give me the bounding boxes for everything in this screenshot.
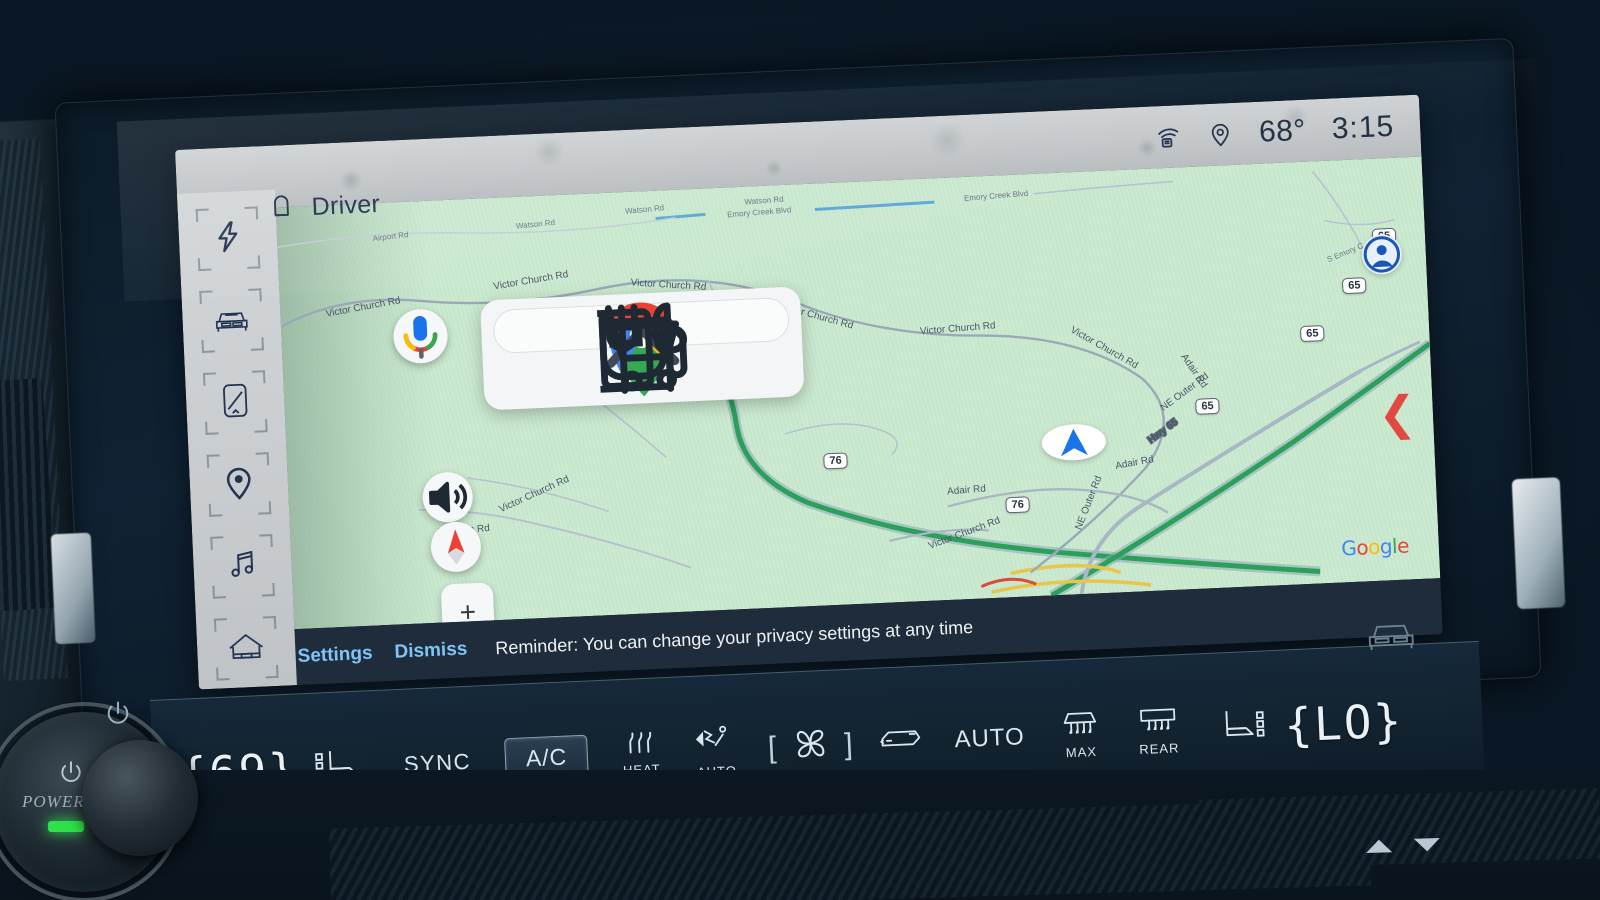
sidebar-item-home[interactable] [214,616,279,681]
max-defrost-icon [1058,708,1103,743]
power-icon [58,759,84,790]
windshield-defrost-icon [878,726,925,759]
banner-dismiss-link[interactable]: Dismiss [394,638,468,663]
vehicle-badge [1361,611,1421,658]
auto-climate-button[interactable]: AUTO [954,723,1025,754]
fan-icon [787,721,833,772]
sidebar-item-media[interactable] [210,534,275,599]
power-indicator-led [48,821,84,832]
category-coffee[interactable] [598,316,770,393]
rear-defrost-icon [1135,705,1180,740]
triangle-up-icon[interactable] [1365,839,1393,854]
triangle-down-icon[interactable] [1413,837,1441,852]
account-avatar[interactable] [1360,233,1403,276]
sidebar-item-navigation[interactable] [207,452,272,517]
power-icon [104,699,132,732]
outside-temperature: 68° [1258,113,1307,149]
route-shield: 76 [823,452,849,470]
passenger-temperature-value: {LO} [1283,692,1405,753]
console-scroll-buttons [1365,837,1441,854]
fan-bracket-left: [ [767,730,778,765]
map-label: Victor Church Rd [325,295,401,320]
sidebar-item-vehicle[interactable] [199,288,264,353]
map-canvas[interactable]: Airport Rd Watson Rd Watson Rd Watson Rd… [275,156,1441,630]
heat-waves-icon [621,730,660,761]
route-shield: 76 [1005,496,1031,514]
bezel-right-trim [1511,477,1566,610]
seat-profile-icon[interactable] [267,191,299,227]
voice-search-button[interactable] [392,308,449,365]
rear-label: REAR [1138,739,1180,757]
ac-label: A/C [525,743,568,772]
map-volume-button[interactable] [421,471,474,524]
max-label: MAX [1065,743,1098,760]
front-defrost-button[interactable] [878,726,925,759]
auto-airflow-icon [693,721,739,762]
infotainment-photo: 68° 3:15 Driver Airport Rd Watson Rd Wat… [0,0,1600,900]
banner-message: Reminder: You can change your privacy se… [494,616,974,658]
search-card: Search [480,286,805,411]
map-label: Victor Church Rd [493,269,569,292]
map-label: Airport Rd [372,230,409,243]
map-label: Watson Rd [625,203,665,216]
sidebar-item-charging[interactable] [196,206,261,271]
seat-heater-icon [1216,704,1270,749]
map-label: Emory Creek Blvd [964,189,1029,203]
fan-bracket-right: ] [843,727,854,761]
passenger-seat-heater-button[interactable] [1216,704,1270,749]
profile-label: Driver [311,189,381,221]
clock: 3:15 [1331,109,1395,146]
rear-defrost-button[interactable]: REAR [1135,705,1181,757]
map-label: Adair Rd [947,483,987,497]
screen-header: Driver [267,187,381,227]
lower-console [0,770,1600,900]
location-pin-icon[interactable] [1207,121,1234,148]
volume-knob[interactable] [76,734,204,862]
google-attribution: Google [1340,533,1410,561]
banner-settings-link[interactable]: Settings [297,643,373,668]
map-label: Victor Church Rd [498,474,571,515]
fan-speed-button[interactable] [787,721,833,772]
max-defrost-button[interactable]: MAX [1058,708,1104,760]
map-label: Watson Rd [516,218,556,231]
wifi-hotspot-icon[interactable] [1155,123,1182,150]
auto-label: AUTO [953,722,1026,753]
route-shield: 65 [1341,277,1367,295]
sidebar-item-phone[interactable] [203,370,268,435]
infotainment-screen: 68° 3:15 Driver Airport Rd Watson Rd Wat… [175,94,1443,690]
map-label: Emory Creek Blvd [727,205,792,219]
search-category-row [494,302,792,402]
console-trim-right [1199,788,1600,870]
bezel-left-trim [50,532,96,645]
map-label: Watson Rd [744,195,784,207]
map-label: S Emory C [1326,241,1365,264]
map-label: Adair Rd [1114,454,1154,472]
edge-chevron-icon: ❮ [1376,386,1418,440]
route-shield: 65 [1299,325,1325,343]
passenger-temperature[interactable]: {LO} [1283,693,1404,752]
route-shield: 65 [1195,397,1221,415]
power-label: POWER [22,792,85,811]
vehicle-position-marker [1041,422,1107,462]
map-compass-button[interactable] [429,520,483,573]
